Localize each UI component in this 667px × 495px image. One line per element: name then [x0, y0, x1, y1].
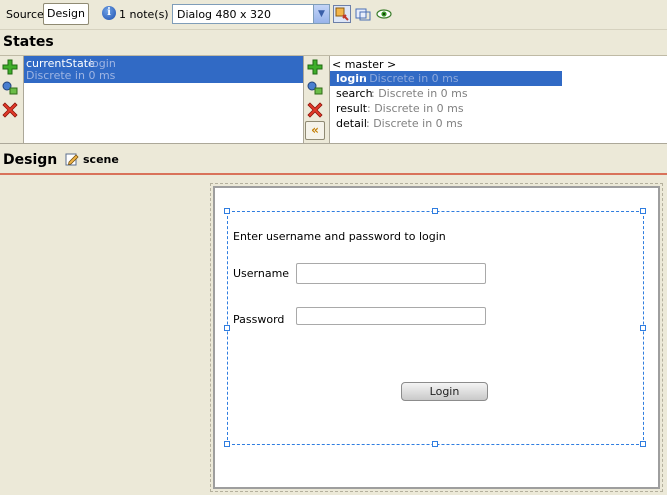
- state-desc: : Discrete in 0 ms: [367, 102, 464, 115]
- source-tab[interactable]: Source: [6, 8, 44, 21]
- resize-handle[interactable]: [224, 208, 230, 214]
- notes-count[interactable]: 1 note(s): [119, 8, 169, 21]
- state-name: detail: [336, 117, 367, 130]
- master-label: < master >: [332, 58, 397, 71]
- username-label: Username: [233, 267, 290, 280]
- state-row-result[interactable]: result : Discrete in 0 ms: [330, 101, 562, 116]
- edit-state-icon: [307, 81, 323, 95]
- add-state-button[interactable]: [1, 58, 19, 76]
- current-state-list[interactable]: currentState login Discrete in 0 ms: [23, 56, 304, 143]
- device-select[interactable]: Dialog 480 x 320 ▼: [172, 4, 330, 24]
- plus-icon: [307, 59, 323, 75]
- delete-substate-button[interactable]: [306, 100, 324, 118]
- scene-label[interactable]: scene: [83, 153, 119, 166]
- add-substate-button[interactable]: [306, 58, 324, 76]
- password-input[interactable]: [296, 307, 486, 325]
- password-label: Password: [233, 313, 285, 326]
- design-divider: [0, 173, 667, 175]
- info-icon[interactable]: i: [102, 6, 116, 20]
- resize-handle[interactable]: [640, 325, 646, 331]
- state-row-login[interactable]: login : Discrete in 0 ms: [330, 71, 562, 86]
- state-desc: : Discrete in 0 ms: [366, 117, 463, 130]
- delete-icon: [307, 102, 323, 118]
- state-name: result: [336, 102, 368, 115]
- design-tab[interactable]: Design: [43, 3, 89, 25]
- username-input[interactable]: [296, 263, 486, 284]
- edit-state-button[interactable]: [1, 79, 19, 97]
- resize-handle[interactable]: [432, 441, 438, 447]
- login-button[interactable]: Login: [401, 382, 488, 401]
- edit-substate-button[interactable]: [306, 79, 324, 97]
- move-left-button[interactable]: «: [305, 121, 325, 140]
- design-title: Design: [3, 152, 58, 168]
- device-select-value: Dialog 480 x 320: [177, 8, 272, 21]
- state-desc: : Discrete in 0 ms: [362, 72, 459, 85]
- state-row-search[interactable]: search : Discrete in 0 ms: [330, 86, 562, 101]
- edit-state-icon: [2, 81, 18, 95]
- state-desc: : Discrete in 0 ms: [371, 87, 468, 100]
- state-name: search: [336, 87, 373, 100]
- state-list[interactable]: < master > login : Discrete in 0 ms sear…: [330, 56, 667, 143]
- preview-eye-icon[interactable]: [375, 5, 393, 23]
- resize-handle[interactable]: [224, 325, 230, 331]
- selection-box[interactable]: [227, 211, 644, 445]
- chevron-down-icon[interactable]: ▼: [313, 5, 329, 23]
- scene-edit-icon[interactable]: [65, 152, 79, 166]
- states-title: States: [3, 34, 54, 50]
- resize-handle[interactable]: [224, 441, 230, 447]
- resize-handle[interactable]: [640, 441, 646, 447]
- form-heading: Enter username and password to login: [233, 230, 446, 243]
- resize-handle[interactable]: [640, 208, 646, 214]
- delete-state-button[interactable]: [1, 100, 19, 118]
- current-state-row[interactable]: currentState login Discrete in 0 ms: [24, 56, 304, 83]
- delete-icon: [2, 102, 18, 118]
- divider: [0, 143, 667, 144]
- plus-icon: [2, 59, 18, 75]
- current-state-desc: Discrete in 0 ms: [26, 69, 116, 82]
- property-icon[interactable]: [333, 5, 351, 23]
- resize-handle[interactable]: [432, 208, 438, 214]
- frame-icon[interactable]: [354, 5, 372, 23]
- state-row-detail[interactable]: detail : Discrete in 0 ms: [330, 116, 562, 131]
